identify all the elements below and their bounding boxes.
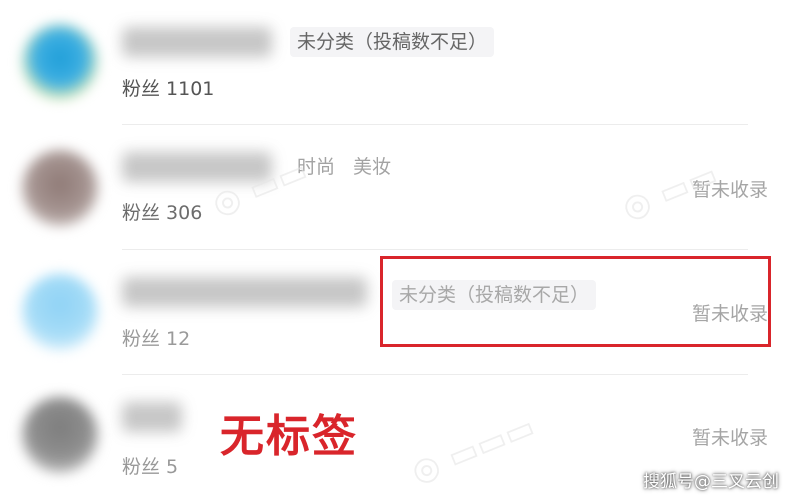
source-credit: 搜狐号@三叉云创 <box>643 472 779 492</box>
avatar[interactable] <box>22 274 98 350</box>
creator-list: 未分类（投稿数不足） 粉丝 1101 时尚 美妆 粉丝 306 暂未收录 未分类… <box>0 0 793 500</box>
avatar[interactable] <box>22 150 98 226</box>
blurred-name <box>122 277 367 307</box>
list-item[interactable]: 未分类（投稿数不足） 粉丝 1101 <box>0 0 793 125</box>
avatar[interactable] <box>22 397 98 473</box>
annotation-label: 无标签 <box>220 411 358 462</box>
status-label: 暂未收录 <box>691 179 768 201</box>
category-tag: 未分类（投稿数不足） <box>290 27 495 57</box>
fan-count: 粉丝 12 <box>122 328 191 350</box>
list-item[interactable]: 时尚 美妆 粉丝 306 暂未收录 <box>0 125 793 250</box>
category-tag: 时尚 <box>297 156 336 178</box>
blurred-name <box>122 27 272 57</box>
fan-count: 粉丝 5 <box>122 456 179 478</box>
category-tag: 美妆 <box>353 156 392 178</box>
highlight-box <box>380 256 771 347</box>
blurred-name <box>122 402 182 432</box>
avatar[interactable] <box>22 24 98 100</box>
fan-count: 粉丝 1101 <box>122 78 215 100</box>
fan-count: 粉丝 306 <box>122 202 203 224</box>
blurred-name <box>122 152 272 182</box>
status-label: 暂未收录 <box>691 427 768 449</box>
